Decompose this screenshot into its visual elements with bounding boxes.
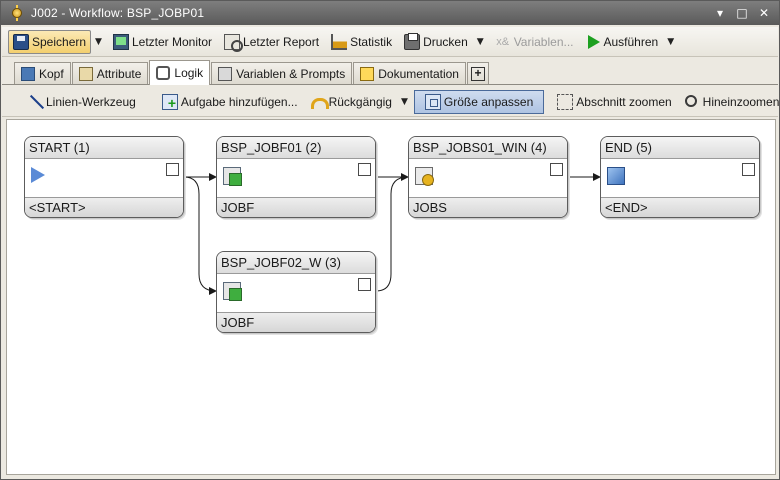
node-type: JOBS — [409, 197, 567, 217]
node-title: BSP_JOBF02_W (3) — [217, 252, 375, 274]
add-task-icon — [161, 93, 178, 110]
node-checkbox[interactable] — [358, 278, 371, 291]
zoom-in-label: Hineinzoomen — [702, 94, 780, 109]
add-task-button[interactable]: Aufgabe hinzufügen... — [157, 90, 303, 114]
tab-dokumentation[interactable]: Dokumentation — [353, 62, 466, 84]
main-toolbar: Speichern ▼ Letzter Monitor Letzter Repo… — [2, 27, 778, 57]
tab-logik-label: Logik — [174, 66, 204, 80]
tab-variablen-prompts[interactable]: Variablen & Prompts — [211, 62, 353, 84]
last-report-label: Letzter Report — [243, 34, 320, 49]
undo-icon — [310, 94, 329, 110]
workflow-window: J002 - Workflow: BSP_JOBP01 ▾ □ ✕ Speich… — [0, 0, 780, 480]
line-tool-button[interactable]: Linien-Werkzeug — [22, 90, 141, 114]
maximize-button[interactable]: □ — [735, 6, 749, 20]
documentation-icon — [360, 66, 375, 81]
line-tool-label: Linien-Werkzeug — [46, 94, 136, 109]
tab-attribute[interactable]: Attribute — [71, 62, 149, 84]
print-dropdown-arrow[interactable]: ▼ — [477, 37, 484, 47]
start-play-icon — [31, 167, 49, 185]
report-icon — [224, 33, 244, 52]
save-label: Speichern — [32, 34, 87, 49]
zoom-section-label: Abschnitt zoomen — [576, 94, 672, 109]
file-transfer-job-icon — [223, 282, 242, 301]
last-report-button[interactable]: Letzter Report — [219, 30, 324, 54]
line-tool-icon — [27, 94, 43, 110]
print-label: Drucken — [423, 34, 468, 49]
monitor-icon — [112, 33, 129, 50]
tab-attribute-label: Attribute — [96, 66, 142, 81]
fit-size-icon — [424, 93, 441, 110]
print-button[interactable]: Drucken — [399, 30, 473, 54]
add-tab-button[interactable]: + — [466, 62, 489, 84]
save-icon — [13, 33, 29, 50]
undo-dropdown-arrow[interactable]: ▼ — [401, 97, 408, 107]
title-bar[interactable]: J002 - Workflow: BSP_JOBP01 ▾ □ ✕ — [1, 1, 779, 25]
close-button[interactable]: ✕ — [757, 6, 771, 20]
node-type: <START> — [25, 197, 183, 217]
job-gear-icon — [415, 167, 434, 186]
tab-bar: Kopf Attribute Logik Variablen & Prompts… — [2, 59, 778, 85]
window-title: J002 - Workflow: BSP_JOBP01 — [31, 6, 205, 20]
header-icon — [21, 66, 35, 81]
execute-button[interactable]: Ausführen — [581, 30, 664, 54]
zoom-section-icon — [557, 93, 574, 110]
zoom-in-button[interactable]: Hineinzoomen — [679, 90, 780, 114]
node-start[interactable]: START (1) <START> — [24, 136, 184, 218]
statistics-chart-icon — [331, 33, 348, 50]
edge-start-to-jobf02 — [183, 176, 217, 295]
node-bsp-jobf01[interactable]: BSP_JOBF01 (2) JOBF — [216, 136, 376, 218]
execute-label: Ausführen — [603, 34, 659, 49]
node-title: BSP_JOBS01_WIN (4) — [409, 137, 567, 159]
node-bsp-jobs01-win[interactable]: BSP_JOBS01_WIN (4) JOBS — [408, 136, 568, 218]
node-title: BSP_JOBF01 (2) — [217, 137, 375, 159]
file-transfer-job-icon — [223, 167, 242, 186]
node-title: END (5) — [601, 137, 759, 159]
variables-button[interactable]: x& Variablen... — [490, 30, 579, 54]
node-title: START (1) — [25, 137, 183, 159]
save-button[interactable]: Speichern — [8, 29, 92, 54]
tab-dokumentation-label: Dokumentation — [378, 66, 459, 81]
undo-label: Rückgängig — [328, 94, 392, 109]
workflow-canvas[interactable]: START (1) <START> BSP_JOBF01 (2) JOBF BS… — [6, 119, 776, 475]
node-checkbox[interactable] — [550, 163, 563, 176]
logic-toolbar: Linien-Werkzeug Aufgabe hinzufügen... Rü… — [2, 87, 780, 117]
fit-size-button[interactable]: Größe anpassen — [413, 89, 545, 114]
last-monitor-label: Letzter Monitor — [131, 34, 213, 49]
end-icon — [607, 167, 625, 185]
printer-icon — [404, 32, 421, 50]
variables-icon: x& — [496, 35, 510, 48]
node-bsp-jobf02-w[interactable]: BSP_JOBF02_W (3) JOBF — [216, 251, 376, 333]
logic-icon — [156, 66, 171, 80]
undo-button[interactable]: Rückgängig — [305, 90, 397, 114]
node-end[interactable]: END (5) <END> — [600, 136, 760, 218]
run-play-icon — [587, 35, 600, 49]
zoom-section-button[interactable]: Abschnitt zoomen — [552, 90, 676, 114]
save-dropdown-arrow[interactable]: ▼ — [95, 37, 102, 47]
tab-variablen-label: Variablen & Prompts — [236, 66, 346, 81]
tab-kopf-label: Kopf — [39, 66, 64, 81]
node-checkbox[interactable] — [166, 163, 179, 176]
statistics-label: Statistik — [350, 34, 393, 49]
tab-kopf[interactable]: Kopf — [14, 62, 71, 84]
add-task-label: Aufgabe hinzufügen... — [180, 94, 298, 109]
node-type: JOBF — [217, 312, 375, 332]
statistics-button[interactable]: Statistik — [326, 30, 397, 54]
node-type: JOBF — [217, 197, 375, 217]
node-checkbox[interactable] — [742, 163, 755, 176]
plus-icon: + — [470, 66, 485, 81]
fit-size-label: Größe anpassen — [443, 94, 534, 109]
node-checkbox[interactable] — [358, 163, 371, 176]
app-icon — [9, 5, 25, 21]
edge-jobf02-to-jobs01 — [375, 176, 409, 292]
variables-label: Variablen... — [513, 34, 574, 49]
zoom-in-icon — [684, 94, 700, 110]
tab-logik[interactable]: Logik — [149, 60, 211, 85]
menu-dropdown-button[interactable]: ▾ — [713, 6, 727, 20]
last-monitor-button[interactable]: Letzter Monitor — [108, 30, 217, 54]
node-type: <END> — [601, 197, 759, 217]
attributes-icon — [78, 66, 93, 81]
execute-dropdown-arrow[interactable]: ▼ — [667, 37, 674, 47]
variables-icon — [218, 66, 233, 81]
